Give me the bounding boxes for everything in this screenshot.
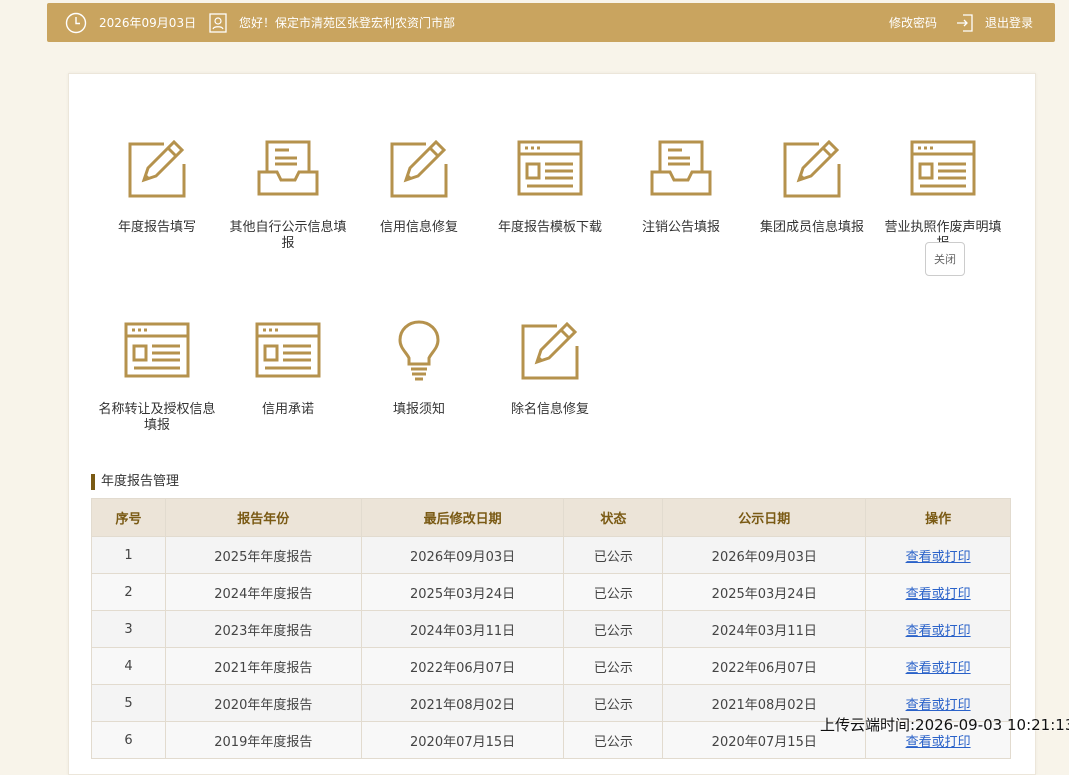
cell-status: 已公示 bbox=[563, 536, 664, 574]
view-print-link[interactable]: 查看或打印 bbox=[906, 698, 971, 713]
clock-icon bbox=[65, 12, 87, 34]
cell-status: 已公示 bbox=[563, 647, 664, 685]
current-date: 2026年09月03日 bbox=[99, 16, 197, 30]
date-area: 2026年09月03日 bbox=[65, 3, 196, 42]
cell-modified-date: 2020年07月15日 bbox=[360, 721, 565, 759]
table-row: 2 2024年年度报告 2025年03月24日 已公示 2025年03月24日 … bbox=[91, 573, 1011, 611]
pencil-frame-icon bbox=[128, 139, 186, 198]
cell-index: 5 bbox=[91, 684, 166, 722]
form-window-icon bbox=[255, 322, 321, 378]
col-header: 报告年份 bbox=[164, 498, 362, 537]
menu-credit-commitment[interactable]: 信用承诺 bbox=[218, 318, 358, 418]
main-card: 年度报告填写 其他自行公示信息填报 信用信息修复 年度报告模板下载 注销公告填报… bbox=[68, 73, 1036, 775]
cell-report-year: 2024年年度报告 bbox=[164, 573, 362, 611]
cell-index: 6 bbox=[91, 721, 166, 759]
menu-label: 名称转让及授权信息填报 bbox=[98, 402, 216, 433]
col-header: 操作 bbox=[865, 498, 1011, 537]
cell-publish-date: 2022年06月07日 bbox=[662, 647, 867, 685]
upload-time-watermark: 上传云端时间:2026-09-03 10:21:13 bbox=[820, 716, 1069, 734]
greeting-text: 您好！保定市清苑区张登宏利农资门市部 bbox=[239, 16, 456, 30]
cell-report-year: 2023年年度报告 bbox=[164, 610, 362, 648]
col-header: 状态 bbox=[563, 498, 664, 537]
cell-report-year: 2019年年度报告 bbox=[164, 721, 362, 759]
menu-label: 除名信息修复 bbox=[510, 402, 589, 417]
cell-publish-date: 2024年03月11日 bbox=[662, 610, 867, 648]
view-print-link[interactable]: 查看或打印 bbox=[906, 735, 971, 750]
cell-status: 已公示 bbox=[563, 610, 664, 648]
menu-label: 其他自行公示信息填报 bbox=[229, 220, 347, 251]
cell-report-year: 2020年年度报告 bbox=[164, 684, 362, 722]
cell-modified-date: 2021年08月02日 bbox=[360, 684, 565, 722]
cell-modified-date: 2024年03月11日 bbox=[360, 610, 565, 648]
menu-template-download[interactable]: 年度报告模板下载 bbox=[480, 136, 620, 236]
view-print-link[interactable]: 查看或打印 bbox=[906, 550, 971, 565]
table-row: 3 2023年年度报告 2024年03月11日 已公示 2024年03月11日 … bbox=[91, 610, 1011, 648]
pencil-frame-icon bbox=[521, 321, 579, 380]
menu-group-member-info[interactable]: 集团成员信息填报 bbox=[742, 136, 882, 236]
menu-removal-info-repair[interactable]: 除名信息修复 bbox=[480, 318, 620, 418]
cell-index: 1 bbox=[91, 536, 166, 574]
cell-modified-date: 2022年06月07日 bbox=[360, 647, 565, 685]
form-window-icon bbox=[124, 322, 190, 378]
table-row: 1 2025年年度报告 2026年09月03日 已公示 2026年09月03日 … bbox=[91, 536, 1011, 574]
col-header: 公示日期 bbox=[662, 498, 867, 537]
cell-action: 查看或打印 bbox=[865, 536, 1011, 574]
menu-label: 年度报告模板下载 bbox=[497, 220, 602, 235]
greeting-area: 您好！保定市清苑区张登宏利农资门市部 bbox=[209, 3, 455, 42]
menu-label: 信用承诺 bbox=[261, 402, 314, 417]
col-header: 最后修改日期 bbox=[360, 498, 565, 537]
col-header: 序号 bbox=[91, 498, 166, 537]
menu-name-transfer-info[interactable]: 名称转让及授权信息填报 bbox=[87, 318, 227, 434]
cell-modified-date: 2026年09月03日 bbox=[360, 536, 565, 574]
user-card-icon bbox=[209, 12, 227, 33]
menu-annual-report-fill[interactable]: 年度报告填写 bbox=[87, 136, 227, 236]
change-password-label[interactable]: 修改密码 bbox=[889, 14, 937, 31]
cell-report-year: 2021年年度报告 bbox=[164, 647, 362, 685]
cell-index: 3 bbox=[91, 610, 166, 648]
view-print-link[interactable]: 查看或打印 bbox=[906, 661, 971, 676]
cell-index: 4 bbox=[91, 647, 166, 685]
cell-action: 查看或打印 bbox=[865, 647, 1011, 685]
cell-modified-date: 2025年03月24日 bbox=[360, 573, 565, 611]
logout-button[interactable]: 退出登录 bbox=[955, 3, 1033, 42]
menu-cancellation-notice[interactable]: 注销公告填报 bbox=[611, 136, 751, 236]
menu-label: 注销公告填报 bbox=[641, 220, 720, 235]
cell-status: 已公示 bbox=[563, 684, 664, 722]
pencil-frame-icon bbox=[783, 139, 841, 198]
form-window-icon bbox=[517, 140, 583, 196]
cell-status: 已公示 bbox=[563, 573, 664, 611]
menu-filing-instructions[interactable]: 填报须知 bbox=[349, 318, 489, 418]
section-title: 年度报告管理 bbox=[91, 474, 179, 490]
change-password-link[interactable]: 修改密码 bbox=[889, 3, 937, 42]
menu-credit-repair[interactable]: 信用信息修复 bbox=[349, 136, 489, 236]
logout-label[interactable]: 退出登录 bbox=[985, 14, 1033, 31]
view-print-link[interactable]: 查看或打印 bbox=[906, 587, 971, 602]
inbox-tray-icon bbox=[257, 140, 319, 196]
menu-label: 信用信息修复 bbox=[379, 220, 458, 235]
menu-label: 年度报告填写 bbox=[117, 220, 196, 235]
table-row: 4 2021年年度报告 2022年06月07日 已公示 2022年06月07日 … bbox=[91, 647, 1011, 685]
logout-icon[interactable] bbox=[955, 13, 975, 33]
top-bar: 2026年09月03日 您好！保定市清苑区张登宏利农资门市部 修改密码 退出登录 bbox=[47, 3, 1055, 42]
cell-action: 查看或打印 bbox=[865, 610, 1011, 648]
form-window-icon bbox=[910, 140, 976, 196]
menu-license-void-statement[interactable]: 营业执照作废声明填报 bbox=[873, 136, 1013, 252]
cell-index: 2 bbox=[91, 573, 166, 611]
menu-label: 填报须知 bbox=[392, 402, 445, 417]
inbox-tray-icon bbox=[650, 140, 712, 196]
cell-publish-date: 2025年03月24日 bbox=[662, 573, 867, 611]
close-tooltip[interactable]: 关闭 bbox=[925, 242, 965, 276]
cell-status: 已公示 bbox=[563, 721, 664, 759]
table-header-row: 序号 报告年份 最后修改日期 状态 公示日期 操作 bbox=[91, 498, 1011, 537]
cell-report-year: 2025年年度报告 bbox=[164, 536, 362, 574]
menu-other-public-info[interactable]: 其他自行公示信息填报 bbox=[218, 136, 358, 252]
cell-publish-date: 2026年09月03日 bbox=[662, 536, 867, 574]
cell-action: 查看或打印 bbox=[865, 573, 1011, 611]
pencil-frame-icon bbox=[390, 139, 448, 198]
menu-label: 集团成员信息填报 bbox=[759, 220, 864, 235]
view-print-link[interactable]: 查看或打印 bbox=[906, 624, 971, 639]
lightbulb-icon bbox=[398, 320, 440, 381]
